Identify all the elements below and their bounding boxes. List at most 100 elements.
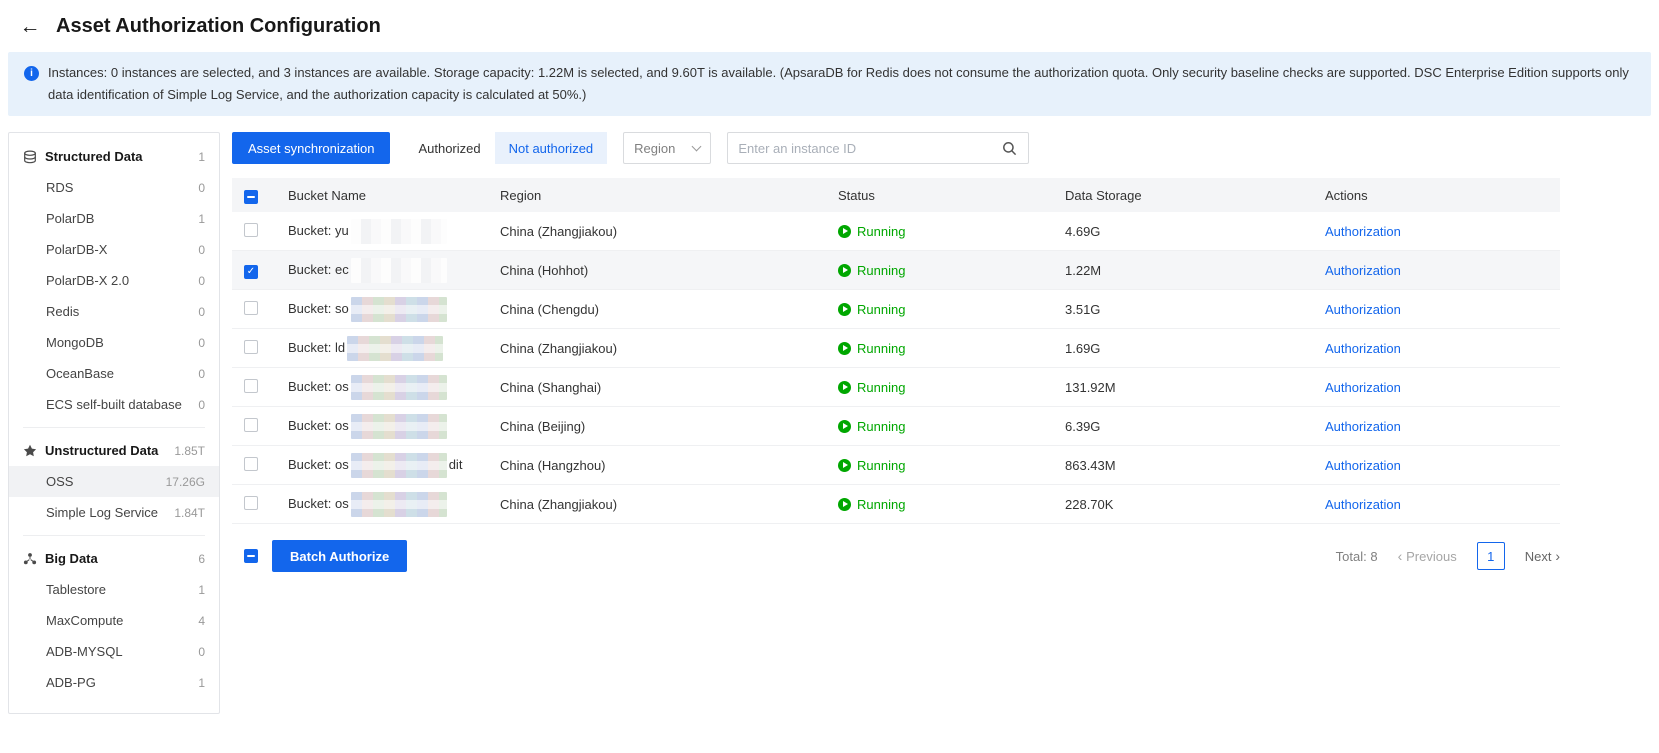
- authorization-link[interactable]: Authorization: [1325, 497, 1401, 512]
- tab-authorized[interactable]: Authorized: [404, 132, 494, 164]
- table-footer: Batch Authorize Total: 8 Previous 1 Next: [232, 540, 1560, 572]
- info-banner: Instances: 0 instances are selected, and…: [8, 52, 1651, 116]
- redacted-bucket-name: [351, 453, 447, 478]
- authorization-link[interactable]: Authorization: [1325, 224, 1401, 239]
- asset-synchronization-button[interactable]: Asset synchronization: [232, 132, 390, 164]
- search-icon: [1002, 141, 1017, 156]
- row-checkbox[interactable]: [244, 496, 258, 510]
- sidebar-item-adb-pg[interactable]: ADB-PG1: [9, 667, 219, 698]
- column-header-status: Status: [838, 188, 1065, 203]
- sidebar-item-polardb[interactable]: PolarDB1: [9, 203, 219, 234]
- data-storage-cell: 6.39G: [1065, 419, 1325, 434]
- select-all-checkbox[interactable]: [244, 190, 258, 204]
- sidebar-divider: [23, 427, 205, 428]
- region-cell: China (Zhangjiakou): [500, 224, 838, 239]
- authorization-link[interactable]: Authorization: [1325, 341, 1401, 356]
- unstructured-data-icon: [23, 444, 37, 458]
- status-cell: Running: [838, 380, 1065, 395]
- region-cell: China (Chengdu): [500, 302, 838, 317]
- authorization-link[interactable]: Authorization: [1325, 302, 1401, 317]
- authorization-link[interactable]: Authorization: [1325, 458, 1401, 473]
- sidebar-item-oceanbase[interactable]: OceanBase0: [9, 358, 219, 389]
- data-storage-cell: 1.69G: [1065, 341, 1325, 356]
- sidebar-item-polardb-x[interactable]: PolarDB-X0: [9, 234, 219, 265]
- sidebar-group-header-big-data[interactable]: Big Data6: [9, 543, 219, 574]
- search-input[interactable]: [728, 141, 990, 156]
- authorization-link[interactable]: Authorization: [1325, 263, 1401, 278]
- row-checkbox[interactable]: [244, 457, 258, 471]
- running-status-icon: [838, 420, 851, 433]
- redacted-bucket-name: [351, 258, 447, 283]
- sidebar-group-header-structured-data[interactable]: Structured Data1: [9, 141, 219, 172]
- row-checkbox[interactable]: [244, 265, 258, 279]
- authorization-link[interactable]: Authorization: [1325, 380, 1401, 395]
- redacted-bucket-name: [351, 375, 447, 400]
- region-select[interactable]: Region: [623, 132, 711, 164]
- row-checkbox[interactable]: [244, 340, 258, 354]
- sidebar-item-simple-log-service[interactable]: Simple Log Service1.84T: [9, 497, 219, 528]
- bucket-name-cell: Bucket: so: [288, 297, 500, 322]
- big-data-icon: [23, 552, 37, 566]
- sidebar-divider: [23, 535, 205, 536]
- bucket-name-cell: Bucket: os: [288, 492, 500, 517]
- status-cell: Running: [838, 224, 1065, 239]
- status-cell: Running: [838, 263, 1065, 278]
- back-arrow-icon[interactable]: [18, 14, 42, 38]
- page-header: Asset Authorization Configuration: [0, 0, 1659, 48]
- authorization-link[interactable]: Authorization: [1325, 419, 1401, 434]
- running-status-icon: [838, 381, 851, 394]
- asset-category-sidebar: Structured Data1RDS0PolarDB1PolarDB-X0Po…: [8, 132, 220, 714]
- data-storage-cell: 4.69G: [1065, 224, 1325, 239]
- region-cell: China (Zhangjiakou): [500, 341, 838, 356]
- pagination: Total: 8 Previous 1 Next: [1336, 542, 1560, 570]
- table-row: Bucket: ldChina (Zhangjiakou)Running1.69…: [232, 329, 1560, 368]
- sidebar-item-tablestore[interactable]: Tablestore1: [9, 574, 219, 605]
- bucket-name-cell: Bucket: os: [288, 375, 500, 400]
- data-storage-cell: 3.51G: [1065, 302, 1325, 317]
- sidebar-item-ecs-self-built-database[interactable]: ECS self-built database0: [9, 389, 219, 420]
- data-storage-cell: 131.92M: [1065, 380, 1325, 395]
- tab-not-authorized[interactable]: Not authorized: [495, 132, 608, 164]
- sidebar-item-maxcompute[interactable]: MaxCompute4: [9, 605, 219, 636]
- main-panel: Asset synchronization AuthorizedNot auth…: [232, 132, 1560, 572]
- sidebar-item-mongodb[interactable]: MongoDB0: [9, 327, 219, 358]
- sidebar-item-polardb-x-2-0[interactable]: PolarDB-X 2.00: [9, 265, 219, 296]
- pagination-next-button[interactable]: Next: [1525, 548, 1560, 564]
- pagination-total: Total: 8: [1336, 549, 1378, 564]
- status-cell: Running: [838, 302, 1065, 317]
- table-row: Bucket: ecChina (Hohhot)Running1.22MAuth…: [232, 251, 1560, 290]
- row-checkbox[interactable]: [244, 301, 258, 315]
- status-cell: Running: [838, 458, 1065, 473]
- search-button[interactable]: [990, 133, 1028, 163]
- column-header-region: Region: [500, 188, 838, 203]
- status-cell: Running: [838, 497, 1065, 512]
- column-header-data-storage: Data Storage: [1065, 188, 1325, 203]
- sidebar-item-oss[interactable]: OSS17.26G: [9, 466, 219, 497]
- row-checkbox[interactable]: [244, 379, 258, 393]
- sidebar-group-header-unstructured-data[interactable]: Unstructured Data1.85T: [9, 435, 219, 466]
- data-storage-cell: 228.70K: [1065, 497, 1325, 512]
- search-box: [727, 132, 1029, 164]
- region-cell: China (Hangzhou): [500, 458, 838, 473]
- row-checkbox[interactable]: [244, 418, 258, 432]
- sidebar-item-adb-mysql[interactable]: ADB-MYSQL0: [9, 636, 219, 667]
- bucket-name-cell: Bucket: ec: [288, 258, 500, 283]
- batch-select-checkbox[interactable]: [244, 549, 258, 563]
- sidebar-group-big-data: Big Data6Tablestore1MaxCompute4ADB-MYSQL…: [9, 543, 219, 698]
- pagination-previous-button[interactable]: Previous: [1398, 548, 1457, 564]
- region-cell: China (Zhangjiakou): [500, 497, 838, 512]
- pagination-page-1-button[interactable]: 1: [1477, 542, 1505, 570]
- row-checkbox[interactable]: [244, 223, 258, 237]
- sidebar-group-unstructured-data: Unstructured Data1.85TOSS17.26GSimple Lo…: [9, 435, 219, 528]
- running-status-icon: [838, 303, 851, 316]
- sidebar-item-redis[interactable]: Redis0: [9, 296, 219, 327]
- redacted-bucket-name: [351, 414, 447, 439]
- sidebar-item-rds[interactable]: RDS0: [9, 172, 219, 203]
- batch-authorize-button[interactable]: Batch Authorize: [272, 540, 407, 572]
- redacted-bucket-name: [351, 297, 447, 322]
- table-row: Bucket: osChina (Shanghai)Running131.92M…: [232, 368, 1560, 407]
- running-status-icon: [838, 342, 851, 355]
- status-cell: Running: [838, 341, 1065, 356]
- region-cell: China (Hohhot): [500, 263, 838, 278]
- region-cell: China (Beijing): [500, 419, 838, 434]
